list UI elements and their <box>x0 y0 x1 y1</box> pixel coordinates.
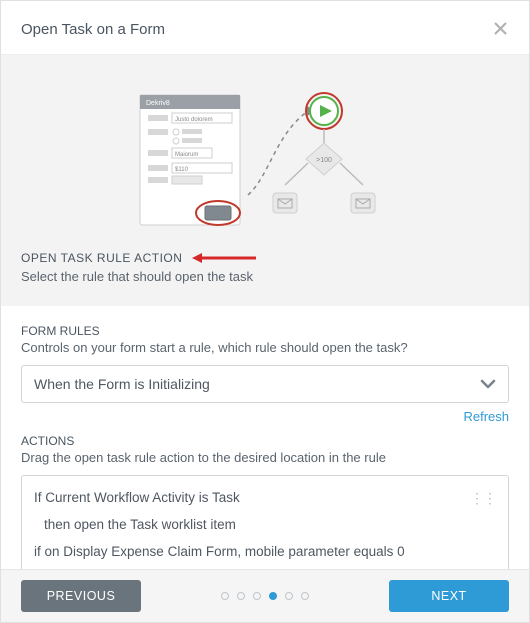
step-dot-2[interactable] <box>237 592 245 600</box>
wizard-footer: PREVIOUS NEXT <box>1 569 529 622</box>
close-icon <box>494 22 507 35</box>
previous-button[interactable]: PREVIOUS <box>21 580 141 612</box>
illus-field2: Maiorum <box>175 152 198 158</box>
step-dot-5[interactable] <box>285 592 293 600</box>
actions-helper: Drag the open task rule action to the de… <box>21 450 509 465</box>
illustration-section: Dekriv8 Justo dolorem Maiorum $110 <box>1 55 529 306</box>
illus-field3: $110 <box>175 167 189 173</box>
rule-select[interactable]: When the Form is Initializing <box>21 365 509 403</box>
rule-select-value: When the Form is Initializing <box>34 376 210 392</box>
refresh-button[interactable]: Refresh <box>463 409 509 424</box>
actions-box: If Current Workflow Activity is Task ⋮⋮ … <box>21 475 509 569</box>
rule-condition2-text[interactable]: if on Display Expense Claim Form, mobile… <box>34 544 496 559</box>
step-dot-3[interactable] <box>253 592 261 600</box>
rule-condition-row[interactable]: If Current Workflow Activity is Task ⋮⋮ <box>34 490 496 505</box>
step-dot-1[interactable] <box>221 592 229 600</box>
next-button[interactable]: NEXT <box>389 580 509 612</box>
modal-title: Open Task on a Form <box>21 21 165 38</box>
form-area: FORM RULES Controls on your form start a… <box>1 306 529 569</box>
illus-field1: Justo dolorem <box>175 117 213 123</box>
intro-section-desc: Select the rule that should open the tas… <box>21 269 509 284</box>
form-rules-label: FORM RULES <box>21 324 509 338</box>
step-dots <box>221 592 309 600</box>
form-rules-helper: Controls on your form start a rule, whic… <box>21 340 509 355</box>
illus-diamond-label: >100 <box>316 157 332 164</box>
intro-section-title: OPEN TASK RULE ACTION <box>21 251 182 265</box>
rule-action-text[interactable]: then open the Task worklist item <box>34 517 496 532</box>
modal-header: Open Task on a Form <box>1 1 529 55</box>
illustration: Dekriv8 Justo dolorem Maiorum $110 <box>21 85 509 235</box>
chevron-down-icon <box>480 376 496 392</box>
arrow-left-icon <box>192 253 256 263</box>
open-task-modal: Open Task on a Form Dekriv8 Justo dolore… <box>0 0 530 623</box>
drag-handle-icon[interactable]: ⋮⋮ <box>470 490 496 507</box>
illus-form-title: Dekriv8 <box>146 100 170 107</box>
rule-condition-text: If Current Workflow Activity is Task <box>34 490 240 505</box>
actions-label: ACTIONS <box>21 434 509 448</box>
step-dot-6[interactable] <box>301 592 309 600</box>
step-dot-4[interactable] <box>269 592 277 600</box>
close-button[interactable] <box>492 19 509 40</box>
